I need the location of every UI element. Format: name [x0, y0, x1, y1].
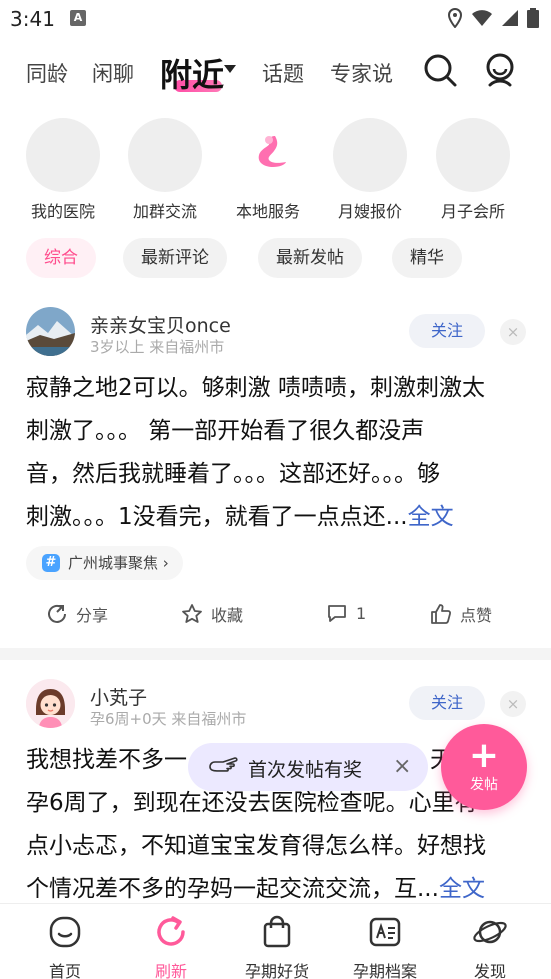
close-icon[interactable]: × [500, 691, 526, 717]
status-bar: 3:41 A [0, 0, 551, 38]
close-icon[interactable]: × [500, 319, 526, 345]
hospital-icon [26, 118, 100, 192]
tab-label: 孕期好货 [244, 962, 309, 979]
nanny-icon [333, 118, 407, 192]
thumbs-up-icon [431, 604, 452, 624]
location-icon [447, 8, 463, 28]
pointing-hand-icon [209, 757, 238, 772]
full-text-link[interactable]: 全文 [408, 504, 454, 530]
tab-label: 首页 [48, 962, 81, 979]
post-line: 个情况差不多的孕妈一起交流交流，互... [26, 876, 439, 902]
tab-same-age[interactable]: 同龄 [26, 58, 68, 88]
hashtag-icon: # [42, 554, 60, 572]
tab-refresh[interactable]: 刷新 [116, 910, 226, 979]
chevron-right-icon: › [162, 554, 169, 572]
comment-icon [328, 605, 346, 622]
post-line: 寂静之地2可以。够刺激 啧啧啧，刺激刺激太 [26, 375, 485, 401]
quick-entry-hospital[interactable]: 我的医院 [15, 118, 111, 222]
toast-text: 首次发帖有奖 [248, 759, 363, 781]
status-time: 3:41 [10, 7, 55, 31]
chevron-down-icon[interactable] [224, 65, 236, 73]
topic-label: 广州城事聚焦 [68, 554, 159, 572]
quick-entry-nanny-price[interactable]: 月嫂报价 [322, 118, 418, 222]
filter-featured[interactable]: 精华 [392, 238, 462, 278]
post-line: 刺激了。。。 第一部开始看了很久都没声 [26, 418, 425, 444]
filter-latest-comment[interactable]: 最新评论 [123, 238, 227, 278]
collect-button[interactable]: 收藏 [181, 602, 243, 626]
follow-button[interactable]: 关注 [409, 686, 485, 720]
star-icon [182, 604, 202, 623]
create-post-label: 发帖 [470, 777, 498, 793]
post-card[interactable]: 亲亲女宝贝once 3岁以上 来自福州市 关注 × 寂静之地2可以。够刺激 啧啧… [0, 300, 551, 648]
profile-icon[interactable] [482, 52, 518, 88]
tab-topics[interactable]: 话题 [262, 58, 304, 88]
post-body[interactable]: 寂静之地2可以。够刺激 啧啧啧，刺激刺激太 刺激了。。。 第一部开始看了很久都没… [26, 367, 526, 539]
quick-entry-label: 月嫂报价 [337, 202, 402, 221]
plus-icon: + [468, 735, 500, 776]
status-icons [447, 8, 539, 28]
post-line: 点小忐忑，不知道宝宝发育得怎么样。好想找 [26, 833, 486, 859]
topic-chip[interactable]: # 广州城事聚焦 › [26, 546, 183, 580]
tab-chat[interactable]: 闲聊 [92, 58, 134, 88]
notification-icon: A [70, 10, 86, 26]
quick-entry-confinement[interactable]: 月子会所 [425, 118, 521, 222]
filter-bar: 综合 最新评论 最新发帖 精华 [0, 238, 551, 278]
battery-icon [527, 8, 539, 28]
share-button[interactable]: 分享 [46, 602, 108, 626]
quick-entry-label: 本地服务 [235, 202, 300, 221]
filter-latest-post[interactable]: 最新发帖 [258, 238, 362, 278]
follow-button[interactable]: 关注 [409, 314, 485, 348]
post-line: 我想找差不多一 [26, 747, 187, 773]
tab-pregnancy-goods[interactable]: 孕期好货 [222, 910, 332, 979]
filter-overall[interactable]: 综合 [26, 238, 96, 278]
user-meta: 孕6周+0天 来自福州市 [90, 710, 247, 728]
collect-label: 收藏 [211, 606, 244, 625]
tab-experts[interactable]: 专家说 [330, 58, 393, 88]
tab-label: 发现 [473, 962, 506, 979]
user-meta: 3岁以上 来自福州市 [90, 338, 225, 356]
profile-card-icon [369, 917, 401, 947]
quick-entry-label: 月子会所 [440, 202, 505, 221]
avatar[interactable] [26, 679, 75, 728]
tab-pregnancy-records[interactable]: 孕期档案 [330, 910, 440, 979]
quick-entry-label: 我的医院 [30, 202, 95, 221]
first-post-reward-toast[interactable]: 首次发帖有奖 × [188, 743, 428, 791]
comment-button[interactable]: 1 [326, 602, 366, 624]
confinement-icon [436, 118, 510, 192]
post-line: 刺激。。。1没看完，就看了一点点还... [26, 504, 408, 530]
planet-icon [473, 920, 507, 944]
like-button[interactable]: 点赞 [430, 602, 492, 626]
quick-entry-local-service[interactable]: 本地服务 [220, 118, 316, 222]
create-post-button[interactable]: + 发帖 [441, 724, 527, 810]
tab-label: 刷新 [154, 962, 187, 979]
section-divider [0, 648, 551, 660]
close-icon[interactable]: × [393, 754, 411, 779]
refresh-icon [157, 916, 185, 946]
group-icon [128, 118, 202, 192]
post-line: 音，然后我就睡着了。。。这部还好。。。够 [26, 461, 440, 487]
search-icon[interactable] [422, 52, 458, 88]
like-label: 点赞 [460, 606, 493, 625]
quick-entry-label: 加群交流 [132, 202, 197, 221]
signal-icon [502, 10, 518, 26]
home-icon [49, 916, 81, 948]
tab-discover[interactable]: 发现 [435, 910, 545, 979]
local-service-icon [231, 118, 305, 192]
user-name[interactable]: 亲亲女宝贝once [90, 311, 231, 338]
avatar[interactable] [26, 307, 75, 356]
wifi-icon [472, 10, 492, 26]
user-name[interactable]: 小芄子 [90, 683, 147, 710]
full-text-link[interactable]: 全文 [439, 876, 485, 902]
tab-label: 孕期档案 [352, 962, 417, 979]
top-nav: 同龄 闲聊 附近 话题 专家说 [0, 44, 551, 104]
tab-nearby[interactable]: 附近 [160, 50, 224, 96]
share-label: 分享 [76, 606, 109, 625]
shopping-bag-icon [263, 915, 291, 948]
share-icon [48, 604, 66, 623]
bottom-tab-bar: 首页 刷新 孕期好货 孕期档案 发现 [0, 903, 551, 979]
comment-count: 1 [356, 603, 367, 623]
tab-home[interactable]: 首页 [10, 910, 120, 979]
quick-entry-groups[interactable]: 加群交流 [117, 118, 213, 222]
